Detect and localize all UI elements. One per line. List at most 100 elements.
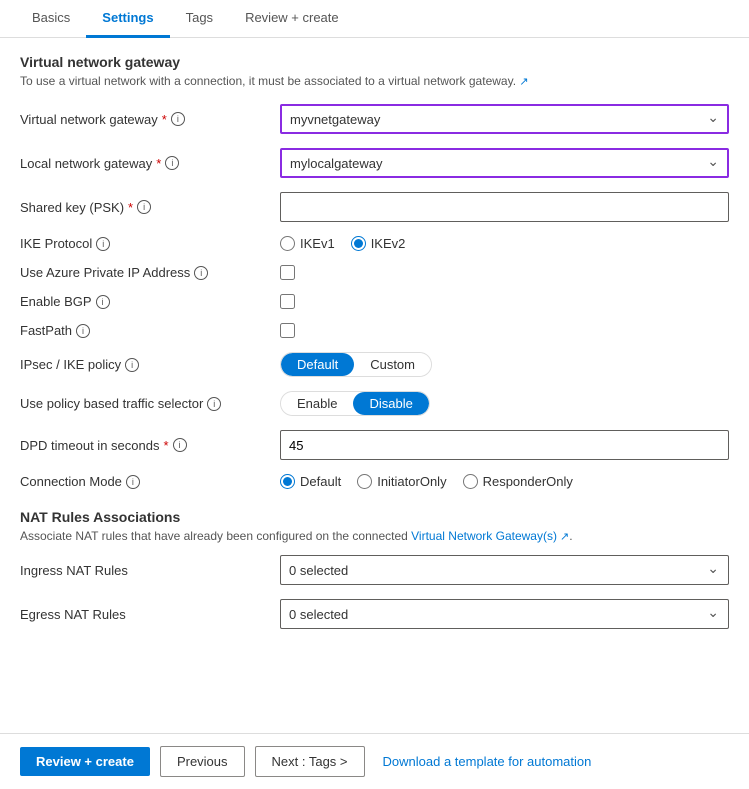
vng-info-icon[interactable]: i	[171, 112, 185, 126]
next-button[interactable]: Next : Tags >	[255, 746, 365, 777]
review-create-button[interactable]: Review + create	[20, 747, 150, 776]
dpd-timeout-input-wrapper	[280, 430, 729, 460]
ike-ikev1-radio[interactable]	[280, 236, 295, 251]
fastpath-checkbox-wrapper	[280, 323, 729, 338]
ike-ikev1-label: IKEv1	[300, 236, 335, 251]
virtual-network-gateway-row: Virtual network gateway * i myvnetgatewa…	[20, 104, 729, 134]
dpd-required-star: *	[163, 438, 168, 453]
ingress-nat-rules-label: Ingress NAT Rules	[20, 563, 280, 578]
tab-basics[interactable]: Basics	[16, 0, 86, 38]
connection-mode-radio-group: Default InitiatorOnly ResponderOnly	[280, 474, 729, 489]
connection-mode-default-label: Default	[300, 474, 341, 489]
use-azure-private-ip-checkbox-wrapper	[280, 265, 729, 280]
ipsec-toggle-group: Default Custom	[280, 352, 432, 377]
egress-nat-rules-dropdown-wrapper: 0 selected	[280, 599, 729, 629]
dpd-timeout-row: DPD timeout in seconds * i	[20, 430, 729, 460]
ipsec-default-btn[interactable]: Default	[281, 353, 354, 376]
policy-enable-btn[interactable]: Enable	[281, 392, 353, 415]
connection-mode-initiatoronly-option[interactable]: InitiatorOnly	[357, 474, 446, 489]
virtual-network-gateway-label: Virtual network gateway * i	[20, 112, 280, 127]
fastpath-label: FastPath i	[20, 323, 280, 338]
connection-mode-initiatoronly-radio[interactable]	[357, 474, 372, 489]
vnet-gateway-section-title: Virtual network gateway	[20, 54, 729, 70]
sk-required-star: *	[128, 200, 133, 215]
tab-tags[interactable]: Tags	[170, 0, 229, 38]
enable-bgp-checkbox-wrapper	[280, 294, 729, 309]
nat-rules-section-title: NAT Rules Associations	[20, 509, 729, 525]
enable-bgp-label: Enable BGP i	[20, 294, 280, 309]
use-azure-private-ip-checkbox[interactable]	[280, 265, 295, 280]
local-network-gateway-row: Local network gateway * i mylocalgateway	[20, 148, 729, 178]
vnet-gateway-section-desc: To use a virtual network with a connecti…	[20, 74, 729, 88]
download-template-link[interactable]: Download a template for automation	[383, 754, 592, 769]
ingress-nat-rules-dropdown[interactable]: 0 selected	[280, 555, 729, 585]
policy-based-traffic-toggle: Enable Disable	[280, 391, 729, 416]
nat-vng-link[interactable]: Virtual Network Gateway(s)	[411, 529, 569, 543]
lng-required-star: *	[156, 156, 161, 171]
vng-required-star: *	[162, 112, 167, 127]
ike-info-icon[interactable]: i	[96, 237, 110, 251]
tab-settings[interactable]: Settings	[86, 0, 169, 38]
shared-key-row: Shared key (PSK) * i	[20, 192, 729, 222]
sk-info-icon[interactable]: i	[137, 200, 151, 214]
fastpath-info-icon[interactable]: i	[76, 324, 90, 338]
dpd-info-icon[interactable]: i	[173, 438, 187, 452]
egress-nat-rules-row: Egress NAT Rules 0 selected	[20, 599, 729, 629]
dpd-timeout-input[interactable]	[280, 430, 729, 460]
ingress-nat-rules-row: Ingress NAT Rules 0 selected	[20, 555, 729, 585]
nat-rules-section: NAT Rules Associations Associate NAT rul…	[20, 509, 729, 629]
ipsec-ike-policy-toggle: Default Custom	[280, 352, 729, 377]
connection-mode-responderonly-label: ResponderOnly	[483, 474, 573, 489]
policy-based-traffic-label: Use policy based traffic selector i	[20, 396, 280, 411]
use-azure-private-ip-label: Use Azure Private IP Address i	[20, 265, 280, 280]
ipsec-custom-btn[interactable]: Custom	[354, 353, 431, 376]
policy-toggle-group: Enable Disable	[280, 391, 430, 416]
lng-info-icon[interactable]: i	[165, 156, 179, 170]
connection-mode-row: Connection Mode i Default InitiatorOnly …	[20, 474, 729, 489]
virtual-network-gateway-dropdown-wrapper: myvnetgateway	[280, 104, 729, 134]
enable-bgp-checkbox[interactable]	[280, 294, 295, 309]
connection-mode-responderonly-radio[interactable]	[463, 474, 478, 489]
connection-mode-initiatoronly-label: InitiatorOnly	[377, 474, 446, 489]
previous-button[interactable]: Previous	[160, 746, 245, 777]
ipsec-ike-policy-label: IPsec / IKE policy i	[20, 357, 280, 372]
ike-ikev2-option[interactable]: IKEv2	[351, 236, 406, 251]
local-network-gateway-dropdown-wrapper: mylocalgateway	[280, 148, 729, 178]
ipsec-info-icon[interactable]: i	[125, 358, 139, 372]
fastpath-row: FastPath i	[20, 323, 729, 338]
vnet-gateway-learn-more-link[interactable]	[519, 74, 528, 88]
connection-mode-default-radio[interactable]	[280, 474, 295, 489]
tabs-bar: Basics Settings Tags Review + create	[0, 0, 749, 38]
footer-bar: Review + create Previous Next : Tags > D…	[0, 733, 749, 789]
ike-protocol-label: IKE Protocol i	[20, 236, 280, 251]
ike-ikev1-option[interactable]: IKEv1	[280, 236, 335, 251]
connection-mode-info-icon[interactable]: i	[126, 475, 140, 489]
tab-review-create[interactable]: Review + create	[229, 0, 355, 38]
ipsec-ike-policy-row: IPsec / IKE policy i Default Custom	[20, 352, 729, 377]
nat-rules-section-desc: Associate NAT rules that have already be…	[20, 529, 729, 543]
ike-ikev2-label: IKEv2	[371, 236, 406, 251]
policy-disable-btn[interactable]: Disable	[353, 392, 428, 415]
connection-mode-default-option[interactable]: Default	[280, 474, 341, 489]
policy-based-info-icon[interactable]: i	[207, 397, 221, 411]
ingress-nat-rules-dropdown-wrapper: 0 selected	[280, 555, 729, 585]
shared-key-input-wrapper	[280, 192, 729, 222]
azure-private-ip-info-icon[interactable]: i	[194, 266, 208, 280]
ike-protocol-row: IKE Protocol i IKEv1 IKEv2	[20, 236, 729, 251]
shared-key-input[interactable]	[280, 192, 729, 222]
connection-mode-responderonly-option[interactable]: ResponderOnly	[463, 474, 573, 489]
shared-key-label: Shared key (PSK) * i	[20, 200, 280, 215]
egress-nat-rules-label: Egress NAT Rules	[20, 607, 280, 622]
local-network-gateway-label: Local network gateway * i	[20, 156, 280, 171]
egress-nat-rules-dropdown[interactable]: 0 selected	[280, 599, 729, 629]
fastpath-checkbox[interactable]	[280, 323, 295, 338]
ike-protocol-radio-group: IKEv1 IKEv2	[280, 236, 729, 251]
local-network-gateway-dropdown[interactable]: mylocalgateway	[280, 148, 729, 178]
enable-bgp-info-icon[interactable]: i	[96, 295, 110, 309]
policy-based-traffic-row: Use policy based traffic selector i Enab…	[20, 391, 729, 416]
use-azure-private-ip-row: Use Azure Private IP Address i	[20, 265, 729, 280]
ike-ikev2-radio[interactable]	[351, 236, 366, 251]
virtual-network-gateway-dropdown[interactable]: myvnetgateway	[280, 104, 729, 134]
main-content: Virtual network gateway To use a virtual…	[0, 38, 749, 733]
dpd-timeout-label: DPD timeout in seconds * i	[20, 438, 280, 453]
